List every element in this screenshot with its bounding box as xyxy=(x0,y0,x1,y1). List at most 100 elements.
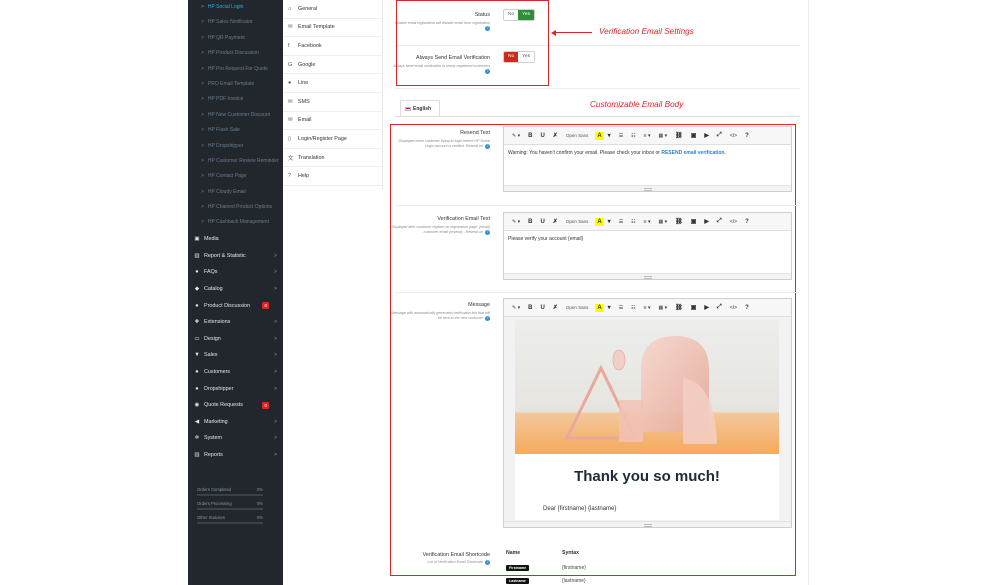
toolbar-button[interactable]: ✎ ▾ xyxy=(508,219,524,225)
toolbar-button[interactable]: U xyxy=(536,305,548,311)
help-icon[interactable]: ? xyxy=(485,229,490,235)
submenu-item[interactable]: > HP Chained Product Options xyxy=(188,200,283,215)
toolbar-button[interactable]: A xyxy=(595,131,604,140)
toolbar-button[interactable]: A xyxy=(595,217,604,226)
toolbar-button[interactable]: ✎ ▾ xyxy=(508,133,524,139)
toolbar-button[interactable]: ▾ xyxy=(604,218,615,225)
help-icon[interactable]: ? xyxy=(485,560,490,565)
submenu-item[interactable]: > PRO Email Template xyxy=(188,77,283,92)
menu-item[interactable]: ✚ Extensions > xyxy=(188,314,283,331)
submenu-item[interactable]: > HP Cloudy Email xyxy=(188,185,283,200)
toolbar-button[interactable]: ≡ ▾ xyxy=(640,133,655,139)
toolbar-button[interactable]: ▣ xyxy=(687,218,701,225)
help-icon[interactable]: ? xyxy=(485,143,490,149)
toolbar-button[interactable]: ⤢ xyxy=(713,218,726,225)
toolbar-button[interactable]: ▣ xyxy=(687,132,701,139)
toolbar-button[interactable]: ✎ ▾ xyxy=(508,305,524,311)
submenu-item[interactable]: > HP Cashback Management xyxy=(188,215,283,230)
tab-help[interactable]: ? Help xyxy=(283,167,382,186)
resend-link[interactable]: RESEND email verification. xyxy=(661,150,725,156)
toolbar-button[interactable]: ✗ xyxy=(549,132,562,139)
toolbar-button[interactable]: ⛓ xyxy=(671,132,687,139)
toolbar-button[interactable]: ▾ xyxy=(604,304,615,311)
menu-item[interactable]: ▼ Sales > xyxy=(188,347,283,364)
tab-line[interactable]: ● Line xyxy=(283,74,382,93)
tab-email-template[interactable]: ✉ Email Template xyxy=(283,19,382,38)
menu-item[interactable]: ● FAQs > xyxy=(188,264,283,281)
toolbar-button[interactable]: A xyxy=(595,303,604,312)
language-tab-english[interactable]: English xyxy=(400,100,440,116)
toolbar-button[interactable]: U xyxy=(536,219,548,225)
submenu-item[interactable]: > HP Pro Request For Quote xyxy=(188,62,283,77)
toolbar-button[interactable]: ⛓ xyxy=(671,304,687,311)
toolbar-button[interactable]: </> xyxy=(726,305,741,311)
toolbar-button[interactable]: ▾ xyxy=(604,132,615,139)
toolbar-button[interactable]: ≡ ▾ xyxy=(640,219,655,225)
submenu-item[interactable]: > HP Dropshipper xyxy=(188,139,283,154)
toolbar-button[interactable]: B xyxy=(524,305,536,311)
submenu-item[interactable]: > HP PDF Invoice xyxy=(188,92,283,107)
tab-sms[interactable]: ✉ SMS xyxy=(283,93,382,112)
menu-item[interactable]: ◉ Quote Requests 0 xyxy=(188,397,283,414)
menu-item[interactable]: ◀ Marketing > xyxy=(188,413,283,430)
toolbar-button[interactable]: ⛓ xyxy=(671,218,687,225)
menu-item[interactable]: ▣ Media xyxy=(188,231,283,248)
toolbar-button[interactable]: ▣ xyxy=(687,304,701,311)
tab-google[interactable]: G Google xyxy=(283,56,382,75)
verification-text-content[interactable]: Please verify your account {email} xyxy=(504,231,791,247)
menu-item[interactable]: ● Customers > xyxy=(188,364,283,381)
font-family-dropdown[interactable]: Open Sans xyxy=(562,133,593,138)
resend-text-editor[interactable]: ✎ ▾ B U ✗ Open Sans A ▾ ☰ ☷ ≡ ▾ ▦ ▾ ⛓ ▣ ▶ ⤢ </>? Warnin… xyxy=(503,126,792,192)
tab-email[interactable]: ✉ Email xyxy=(283,111,382,131)
menu-item[interactable]: ✲ System > xyxy=(188,430,283,447)
submenu-item[interactable]: > HP Contact Page xyxy=(188,169,283,184)
submenu-item[interactable]: > HP Sales Notificator xyxy=(188,15,283,30)
verification-text-editor[interactable]: ✎ ▾ B U ✗ Open Sans A ▾ ☰ ☷ ≡ ▾ ▦ ▾ ⛓ ▣ ▶ ⤢ </>? Please… xyxy=(503,212,792,280)
toolbar-button[interactable]: ▶ xyxy=(700,304,713,311)
toolbar-button[interactable]: ✗ xyxy=(549,218,562,225)
toolbar-button[interactable]: ▦ ▾ xyxy=(654,305,671,311)
submenu-item[interactable]: > HP Social Login xyxy=(188,0,283,15)
toolbar-button[interactable]: ? xyxy=(741,219,753,225)
help-icon[interactable]: ? xyxy=(485,315,490,321)
font-family-dropdown[interactable]: Open Sans xyxy=(562,305,593,310)
font-family-dropdown[interactable]: Open Sans xyxy=(562,219,593,224)
toolbar-button[interactable]: ▦ ▾ xyxy=(654,219,671,225)
menu-item[interactable]: ● Dropshipper > xyxy=(188,380,283,397)
menu-item[interactable]: ● Product Discussion 0 xyxy=(188,297,283,314)
editor-resize-handle[interactable] xyxy=(504,521,791,527)
tab-general[interactable]: ⌂ General xyxy=(283,0,382,19)
toolbar-button[interactable]: ☷ xyxy=(627,219,639,225)
tab-login-register-page[interactable]: ▯ Login/Register Page xyxy=(283,130,382,149)
toolbar-button[interactable]: ⤢ xyxy=(713,132,726,139)
toolbar-button[interactable]: ▶ xyxy=(700,132,713,139)
toolbar-button[interactable]: ⤢ xyxy=(713,304,726,311)
tab-translation[interactable]: 文 Translation xyxy=(283,149,382,168)
submenu-item[interactable]: > HP Customer Review Reminder xyxy=(188,154,283,169)
toolbar-button[interactable]: ▶ xyxy=(700,218,713,225)
toolbar-button[interactable]: ? xyxy=(741,305,753,311)
resend-text-content[interactable]: Warning: You haven't confirm your email.… xyxy=(504,145,791,161)
toolbar-button[interactable]: ≡ ▾ xyxy=(640,305,655,311)
toolbar-button[interactable]: ☰ xyxy=(615,305,627,311)
editor-resize-handle[interactable] xyxy=(504,273,791,279)
toolbar-button[interactable]: ☷ xyxy=(627,305,639,311)
toolbar-button[interactable]: B xyxy=(524,219,536,225)
toolbar-button[interactable]: ✗ xyxy=(549,304,562,311)
toolbar-button[interactable]: </> xyxy=(726,219,741,225)
menu-item[interactable]: ◆ Catalog > xyxy=(188,281,283,298)
toolbar-button[interactable]: B xyxy=(524,133,536,139)
toolbar-button[interactable]: ? xyxy=(741,133,753,139)
toolbar-button[interactable]: ☷ xyxy=(627,133,639,139)
submenu-item[interactable]: > HP QR Payment xyxy=(188,31,283,46)
toolbar-button[interactable]: ☰ xyxy=(615,133,627,139)
editor-resize-handle[interactable] xyxy=(504,185,791,191)
menu-item[interactable]: ▥ Reports > xyxy=(188,447,283,464)
toolbar-button[interactable]: </> xyxy=(726,133,741,139)
toolbar-button[interactable]: ☰ xyxy=(615,219,627,225)
menu-item[interactable]: ▭ Design > xyxy=(188,330,283,347)
submenu-item[interactable]: > HP Flash Sale xyxy=(188,123,283,138)
menu-item[interactable]: ▥ Report & Statistic > xyxy=(188,247,283,264)
tab-facebook[interactable]: f Facebook xyxy=(283,37,382,56)
submenu-item[interactable]: > HP New Customer Discount xyxy=(188,108,283,123)
